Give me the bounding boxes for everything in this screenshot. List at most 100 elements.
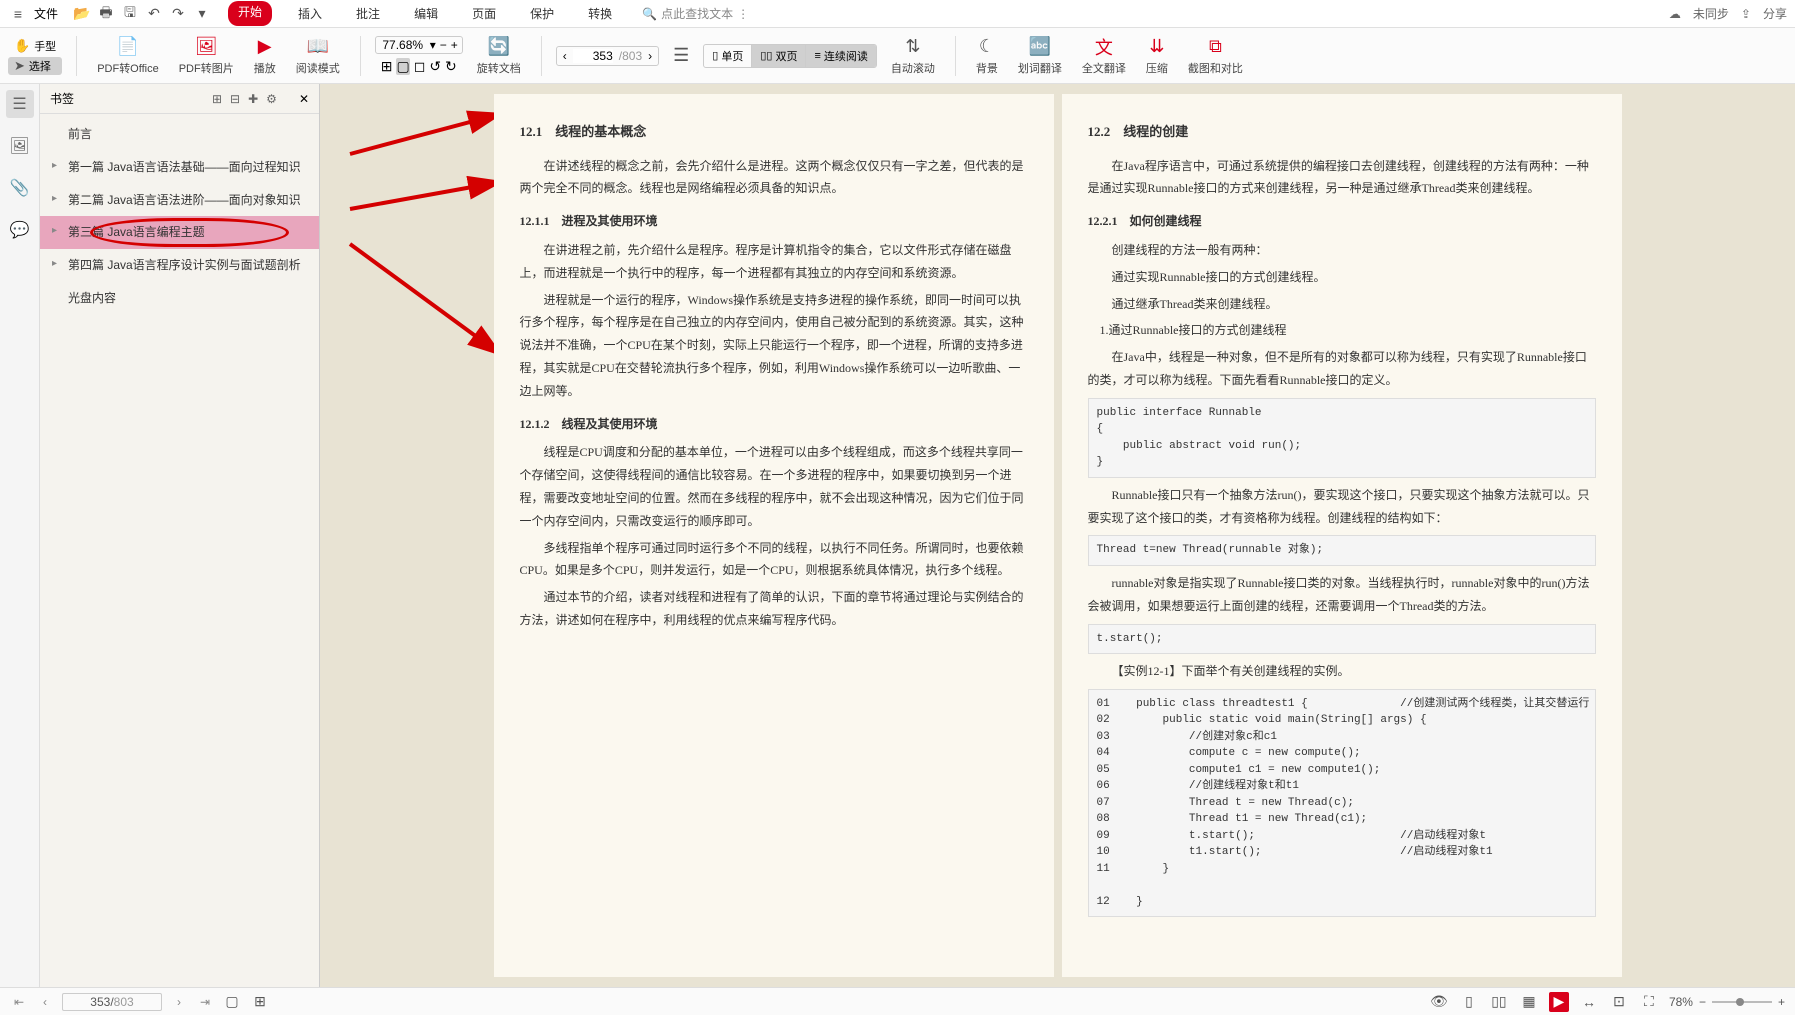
thumbnails-panel-button[interactable]: 🖼 bbox=[6, 132, 34, 160]
eye-protect-icon[interactable]: 👁 bbox=[1429, 992, 1449, 1012]
rotate-right-icon[interactable]: ↻ bbox=[445, 58, 457, 75]
double-view-icon[interactable]: ▯▯ bbox=[1489, 992, 1509, 1012]
dropdown-icon[interactable]: ▾ bbox=[192, 4, 212, 24]
continuous-button[interactable]: ≡连续阅读 bbox=[806, 45, 875, 67]
toc-button[interactable]: ☰ bbox=[667, 43, 695, 69]
statusbar-page-field[interactable]: 353/803 bbox=[62, 993, 162, 1011]
tab-start[interactable]: 开始 bbox=[228, 1, 272, 26]
document-viewport[interactable]: 12.1 线程的基本概念 在讲述线程的概念之前，会先介绍什么是进程。这两个概念仅… bbox=[320, 84, 1795, 987]
fit-width-status-icon[interactable]: ↔ bbox=[1579, 992, 1599, 1012]
bookmark-item[interactable]: 光盘内容 bbox=[40, 282, 319, 315]
share-button[interactable]: 分享 bbox=[1763, 5, 1787, 22]
prev-page-icon[interactable]: ‹ bbox=[563, 49, 567, 63]
grid-view-icon[interactable]: ▦ bbox=[1519, 992, 1539, 1012]
bookmark-settings-icon[interactable]: ⚙ bbox=[266, 92, 277, 106]
prev-page-button[interactable]: ‹ bbox=[36, 995, 54, 1009]
single-view-icon[interactable]: ▯ bbox=[1459, 992, 1479, 1012]
tab-insert[interactable]: 插入 bbox=[290, 1, 330, 26]
hand-icon: ✋ bbox=[14, 38, 30, 54]
continuous-icon: ≡ bbox=[814, 50, 820, 62]
zoom-slider[interactable]: 78% − + bbox=[1669, 995, 1785, 1009]
auto-scroll-button[interactable]: ⇅自动滚动 bbox=[885, 34, 941, 78]
zoom-dropdown-icon[interactable]: ▾ bbox=[430, 38, 436, 52]
undo-icon[interactable]: ↶ bbox=[144, 4, 164, 24]
zoom-track[interactable] bbox=[1712, 1001, 1772, 1003]
hamburger-icon[interactable]: ≡ bbox=[8, 4, 28, 24]
bookmark-item[interactable]: 第二篇 Java语言语法进阶——面向对象知识 bbox=[40, 184, 319, 217]
next-page-icon[interactable]: › bbox=[648, 49, 652, 63]
save-icon[interactable]: 🖫 bbox=[120, 4, 140, 24]
last-page-button[interactable]: ⇥ bbox=[196, 995, 214, 1009]
tab-annotate[interactable]: 批注 bbox=[348, 1, 388, 26]
subsection-heading: 12.1.1 进程及其使用环境 bbox=[520, 210, 1028, 233]
first-page-button[interactable]: ⇤ bbox=[10, 995, 28, 1009]
word-translate-button[interactable]: 🔤划词翻译 bbox=[1012, 34, 1068, 78]
bookmark-item[interactable]: 第四篇 Java语言程序设计实例与面试题剖析 bbox=[40, 249, 319, 282]
zoom-in-button[interactable]: + bbox=[1778, 995, 1785, 1009]
fullscreen-icon[interactable]: ⛶ bbox=[1639, 992, 1659, 1012]
annotation-arrow bbox=[340, 174, 510, 214]
section-heading: 12.1 线程的基本概念 bbox=[520, 120, 1028, 145]
print-icon[interactable]: 🖶 bbox=[96, 4, 116, 24]
tab-convert[interactable]: 转换 bbox=[580, 1, 620, 26]
compress-button[interactable]: ⇊压缩 bbox=[1140, 34, 1174, 78]
status-view-1-icon[interactable]: ▢ bbox=[222, 992, 242, 1012]
paragraph: 【实例12-1】下面举个有关创建线程的实例。 bbox=[1088, 660, 1596, 683]
tab-edit[interactable]: 编辑 bbox=[406, 1, 446, 26]
attachments-panel-button[interactable]: 📎 bbox=[6, 174, 34, 202]
bookmark-item-selected[interactable]: 第三篇 Java语言编程主题 bbox=[40, 216, 319, 249]
bookmarks-panel-button[interactable]: ☰ bbox=[6, 90, 34, 118]
paragraph: 在Java程序语言中，可通过系统提供的编程接口去创建线程，创建线程的方法有两种：… bbox=[1088, 155, 1596, 201]
zoom-in-icon[interactable]: + bbox=[451, 38, 458, 52]
background-button[interactable]: ☾背景 bbox=[970, 34, 1004, 78]
zoom-pct-label: 78% bbox=[1669, 995, 1693, 1009]
zoom-handle[interactable] bbox=[1736, 998, 1744, 1006]
page-total: /803 bbox=[619, 49, 642, 63]
next-page-button[interactable]: › bbox=[170, 995, 188, 1009]
search-placeholder: 点此查找文本 bbox=[661, 5, 733, 22]
redo-icon[interactable]: ↷ bbox=[168, 4, 188, 24]
zoom-out-icon[interactable]: − bbox=[440, 38, 447, 52]
comments-panel-button[interactable]: 💬 bbox=[6, 216, 34, 244]
fit-page-status-icon[interactable]: ⊡ bbox=[1609, 992, 1629, 1012]
hand-tool[interactable]: ✋手型 bbox=[8, 37, 62, 55]
status-view-2-icon[interactable]: ⊞ bbox=[250, 992, 270, 1012]
tab-protect[interactable]: 保护 bbox=[522, 1, 562, 26]
pdf-to-image-button[interactable]: 🖼PDF转图片 bbox=[173, 34, 240, 78]
search-more-icon: ⋮ bbox=[737, 7, 749, 21]
code-block: 01 public class threadtest1 { //创建测试两个线程… bbox=[1088, 689, 1596, 918]
bookmark-item[interactable]: 前言 bbox=[40, 118, 319, 151]
page-input[interactable] bbox=[573, 49, 613, 63]
paragraph: 在讲述线程的概念之前，会先介绍什么是进程。这两个概念仅仅只有一字之差，但代表的是… bbox=[520, 155, 1028, 201]
file-menu[interactable]: 文件 bbox=[34, 5, 58, 22]
play-button[interactable]: ▶播放 bbox=[248, 34, 282, 78]
search-area[interactable]: 🔍 点此查找文本 ⋮ bbox=[642, 5, 749, 22]
pdf-to-office-button[interactable]: 📄PDF转Office bbox=[91, 34, 165, 78]
sync-status[interactable]: 未同步 bbox=[1693, 5, 1729, 22]
select-tool[interactable]: ➤选择 bbox=[8, 57, 62, 75]
fit-width-icon[interactable]: ⊞ bbox=[381, 58, 393, 75]
search-icon: 🔍 bbox=[642, 7, 657, 21]
close-panel-icon[interactable]: ✕ bbox=[299, 92, 309, 106]
full-translate-button[interactable]: 文全文翻译 bbox=[1076, 34, 1132, 78]
single-page-button[interactable]: ▯单页 bbox=[704, 45, 752, 67]
bookmark-collapse-icon[interactable]: ⊟ bbox=[230, 92, 240, 106]
bookmark-item[interactable]: 第一篇 Java语言语法基础——面向过程知识 bbox=[40, 151, 319, 184]
rotate-left-icon[interactable]: ↺ bbox=[429, 58, 441, 75]
slideshow-button[interactable]: ▶ bbox=[1549, 992, 1569, 1012]
open-icon[interactable]: 📂 bbox=[72, 4, 92, 24]
bookmarks-title: 书签 bbox=[50, 90, 74, 107]
sidebar-strip: ☰ 🖼 📎 💬 bbox=[0, 84, 40, 987]
screenshot-compare-button[interactable]: ⧉截图和对比 bbox=[1182, 34, 1249, 78]
zoom-out-button[interactable]: − bbox=[1699, 995, 1706, 1009]
read-mode-button[interactable]: 📖阅读模式 bbox=[290, 34, 346, 78]
actual-size-icon[interactable]: ◻ bbox=[414, 58, 426, 75]
bookmark-expand-icon[interactable]: ⊞ bbox=[212, 92, 222, 106]
fit-page-icon[interactable]: ▢ bbox=[396, 58, 409, 75]
tab-page[interactable]: 页面 bbox=[464, 1, 504, 26]
zoom-control[interactable]: 77.68% ▾ − + bbox=[375, 36, 463, 54]
rotate-button[interactable]: 🔄旋转文档 bbox=[471, 34, 527, 78]
double-page-button[interactable]: ▯▯双页 bbox=[752, 45, 806, 67]
paragraph: 线程是CPU调度和分配的基本单位，一个进程可以由多个线程组成，而这多个线程共享同… bbox=[520, 441, 1028, 532]
bookmark-add-icon[interactable]: ✚ bbox=[248, 92, 258, 106]
